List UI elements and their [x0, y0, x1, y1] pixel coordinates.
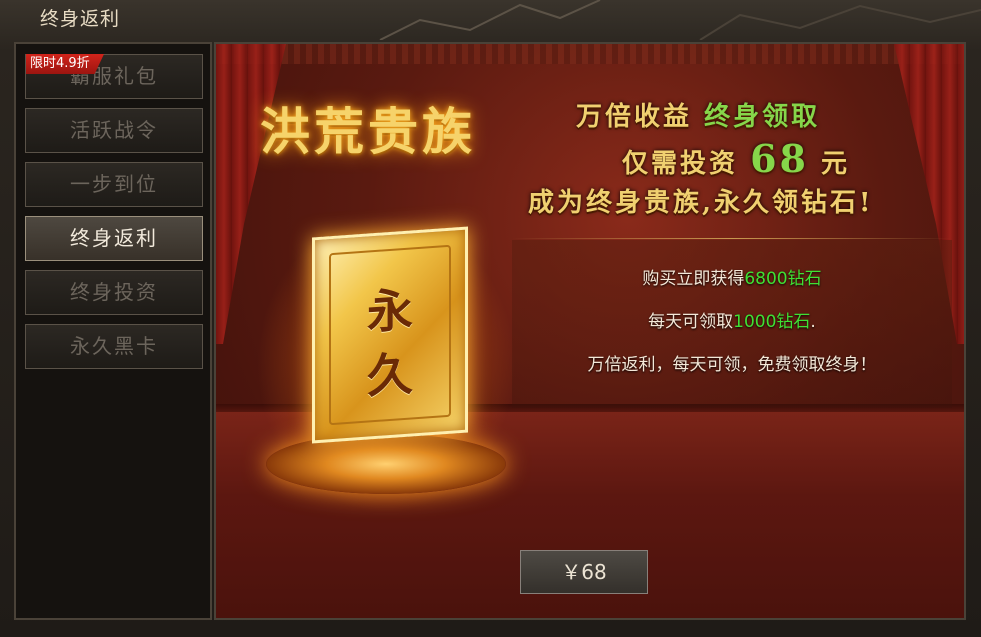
- sidebar-item-label: 永久黑卡: [70, 334, 158, 358]
- sidebar: 霸服礼包 限时4.9折 活跃战令 一步到位 终身返利 终身投资 永久黑卡: [14, 42, 212, 620]
- slogan-text: 元: [821, 149, 851, 179]
- sidebar-item-lifetime-invest[interactable]: 终身投资: [25, 270, 203, 315]
- info-value: 1000钻石: [733, 312, 811, 332]
- banner-headline: 洪荒贵族: [260, 102, 476, 161]
- card-character: 久: [367, 346, 413, 404]
- divider: [512, 238, 952, 239]
- event-window: 终身返利 霸服礼包 限时4.9折 活跃战令 一步到位 终身返利 终身投资 永久黑…: [0, 0, 981, 637]
- top-pattern-decoration: [216, 44, 964, 64]
- pedestal-decoration: [266, 434, 506, 494]
- sidebar-item-black-card[interactable]: 永久黑卡: [25, 324, 203, 369]
- info-text: .: [810, 312, 816, 332]
- sale-ribbon-badge: 限时4.9折: [26, 54, 104, 74]
- sidebar-item-one-step[interactable]: 一步到位: [25, 162, 203, 207]
- sidebar-item-label: 一步到位: [70, 172, 158, 196]
- sidebar-item-label: 终身投资: [70, 280, 158, 304]
- info-value: 6800钻石: [744, 269, 822, 289]
- sidebar-item-battle-pass[interactable]: 活跃战令: [25, 108, 203, 153]
- slogan-price: 68: [750, 136, 809, 181]
- window-title: 终身返利: [40, 8, 121, 30]
- forever-card-icon: 永 久: [312, 226, 468, 444]
- slogan-text: 仅需投资: [622, 149, 739, 179]
- buy-button[interactable]: ￥68: [520, 550, 648, 594]
- info-text: 每天可领取: [648, 312, 734, 332]
- info-text: 购买立即获得: [642, 269, 745, 289]
- slogan-line-3: 成为终身贵族,永久领钻石!: [528, 188, 874, 218]
- slogan-line-2: 仅需投资 68 元: [622, 136, 850, 181]
- info-line-daily-reward: 每天可领取1000钻石.: [512, 307, 952, 332]
- slogan-line-1: 万倍收益 终身领取: [576, 96, 820, 133]
- info-line-instant-reward: 购买立即获得6800钻石: [512, 264, 952, 289]
- slogan-highlight: 终身领取: [704, 102, 821, 132]
- sidebar-item-lifetime-rebate[interactable]: 终身返利: [25, 216, 203, 261]
- info-line-summary: 万倍返利，每天可领，免费领取终身！: [587, 355, 877, 375]
- sidebar-item-label: 终身返利: [70, 226, 158, 250]
- title-bar-decoration: [379, 0, 981, 40]
- slogan-text: 万倍收益: [576, 102, 693, 132]
- main-panel: 洪荒贵族 万倍收益 终身领取 仅需投资 68 元 成为终身贵族,永久领钻石! 购…: [214, 42, 966, 620]
- sidebar-item-label: 活跃战令: [70, 118, 158, 142]
